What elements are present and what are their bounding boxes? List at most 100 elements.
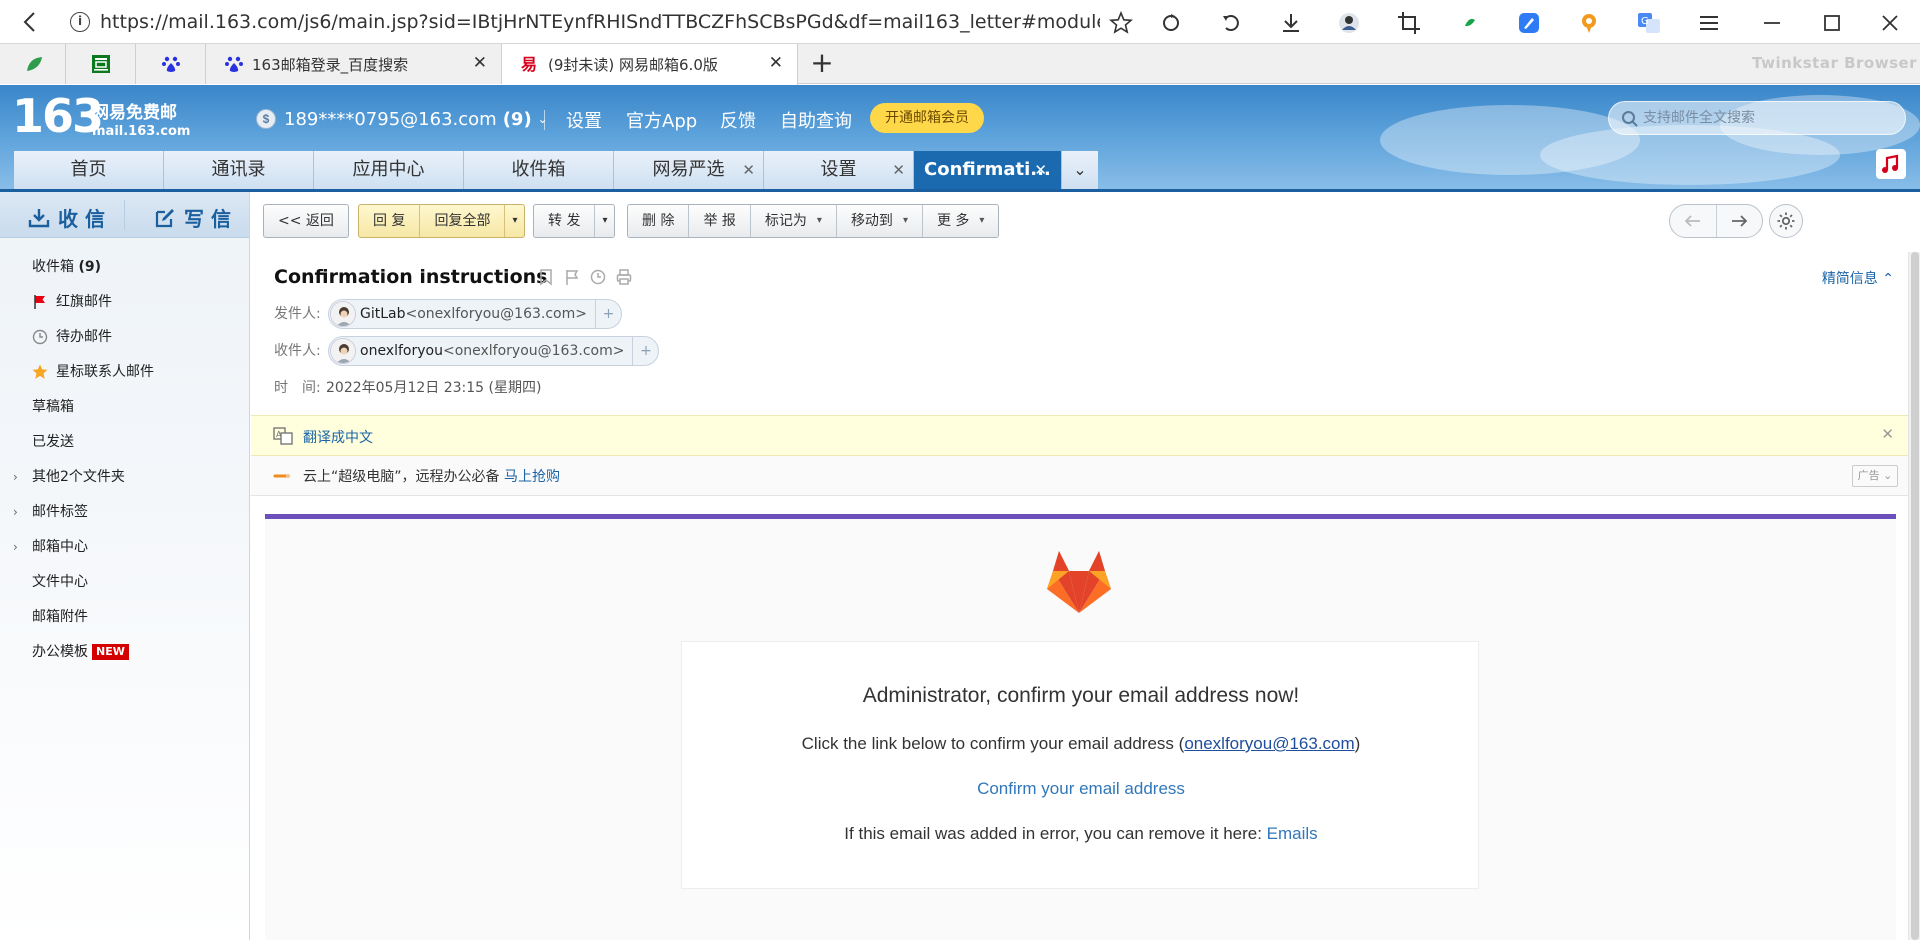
logo-text: 网易免费邮 mail.163.com — [92, 98, 190, 139]
chevron-right-icon[interactable]: › — [13, 460, 18, 494]
tab-yanxuan[interactable]: 网易严选 ✕ — [614, 151, 764, 189]
reply-dropdown-button[interactable]: ▾ — [505, 205, 524, 237]
browser-tab-pinned-3[interactable] — [136, 44, 206, 84]
tab-close-icon[interactable]: ✕ — [769, 53, 783, 73]
close-icon[interactable]: ✕ — [1881, 425, 1894, 443]
vip-button[interactable]: 开通邮箱会员 — [870, 103, 984, 133]
self-service-link[interactable]: 自助查询 — [780, 107, 852, 133]
next-mail-button[interactable] — [1717, 205, 1763, 237]
scrollbar-thumb[interactable] — [1911, 252, 1919, 940]
tab-confirmation-email[interactable]: Confirmati... ✕ — [914, 151, 1062, 189]
move-to-button[interactable]: 移动到 ▾ — [837, 205, 923, 237]
clock-icon[interactable] — [590, 268, 606, 286]
tab-label: (9封未读) 网易邮箱6.0版 — [548, 56, 718, 74]
email-address-link[interactable]: onexlforyou@163.com — [1184, 734, 1354, 753]
site-info-icon[interactable]: i — [70, 12, 90, 32]
delete-button[interactable]: 删 除 — [628, 205, 690, 237]
sidebar-item-starred[interactable]: 星标联系人邮件 — [0, 355, 250, 389]
crop-icon[interactable] — [1396, 10, 1422, 36]
sender-pill[interactable]: GitLab <onexlforyou@163.com> + — [328, 299, 622, 329]
browser-back-button[interactable] — [16, 10, 44, 34]
sidebar-item-mail-tags[interactable]: › 邮件标签 — [0, 495, 250, 529]
logo-163[interactable]: 163 — [12, 89, 104, 143]
orange-pin-extension-icon[interactable] — [1576, 10, 1602, 36]
tab-contacts[interactable]: 通讯录 — [164, 151, 314, 189]
ad-tag[interactable]: 广告 ⌄ — [1852, 465, 1898, 487]
reply-all-button[interactable]: 回复全部 — [420, 205, 506, 237]
report-button[interactable]: 举 报 — [689, 205, 751, 237]
browser-tab-pinned-2[interactable] — [66, 44, 136, 84]
tab-settings[interactable]: 设置 ✕ — [764, 151, 914, 189]
read-settings-button[interactable] — [1769, 204, 1803, 238]
bookmark-star-icon[interactable] — [1108, 10, 1134, 36]
recipient-pill[interactable]: onexlforyou <onexlforyou@163.com> + — [328, 336, 660, 366]
bookmark-icon[interactable] — [538, 268, 554, 286]
tab-inbox[interactable]: 收件箱 — [464, 151, 614, 189]
add-contact-icon[interactable]: + — [632, 337, 658, 365]
maximize-icon[interactable] — [1818, 10, 1846, 36]
tab-app-center[interactable]: 应用中心 — [314, 151, 464, 189]
sidebar-item-sent[interactable]: 已发送 — [0, 425, 250, 459]
tab-home[interactable]: 首页 — [14, 151, 164, 189]
mark-as-button[interactable]: 标记为 ▾ — [751, 205, 837, 237]
compose-button[interactable]: 写 信 — [154, 203, 231, 232]
settings-link[interactable]: 设置 — [566, 107, 602, 133]
svg-text:A: A — [276, 430, 282, 439]
receive-button[interactable]: 收 信 — [28, 203, 105, 232]
more-button[interactable]: 更 多 ▾ — [923, 205, 998, 237]
account-menu[interactable]: $ 189****0795@163.com (9) ⌄ — [256, 107, 548, 131]
download-icon[interactable] — [1278, 10, 1304, 36]
undo-icon[interactable] — [1218, 10, 1244, 36]
reply-button[interactable]: 回 复 — [359, 205, 421, 237]
tab-close-icon[interactable]: ✕ — [1034, 151, 1047, 189]
browser-tab-163-mail[interactable]: 易 (9封未读) 网易邮箱6.0版 ✕ — [502, 44, 798, 85]
tab-close-icon[interactable]: ✕ — [742, 151, 755, 189]
blue-pen-extension-icon[interactable] — [1516, 10, 1542, 36]
forward-button[interactable]: 转 发 — [534, 205, 596, 237]
mail-search[interactable] — [1608, 101, 1906, 135]
search-input[interactable] — [1643, 104, 1893, 132]
sidebar-item-attachments[interactable]: 邮箱附件 — [0, 600, 250, 634]
sidebar-item-inbox[interactable]: 收件箱 (9) — [0, 250, 250, 284]
user-avatar-icon[interactable] — [1336, 10, 1362, 36]
tabs-overflow-button[interactable]: ⌄ — [1062, 151, 1098, 189]
sidebar-item-templates[interactable]: 办公模板 NEW — [0, 635, 250, 669]
refresh-icon[interactable] — [1158, 10, 1184, 36]
chevron-right-icon[interactable]: › — [13, 495, 18, 529]
ad-text: 云上“超级电脑”，远程办公必备 马上抢购 — [303, 466, 560, 486]
print-icon[interactable] — [616, 268, 632, 286]
translate-extension-icon[interactable]: G — [1636, 10, 1662, 36]
sidebar-item-mail-center[interactable]: › 邮箱中心 — [0, 530, 250, 564]
close-window-icon[interactable] — [1876, 10, 1904, 36]
sidebar-item-drafts[interactable]: 草稿箱 — [0, 390, 250, 424]
minimize-icon[interactable] — [1758, 10, 1786, 36]
emails-link[interactable]: Emails — [1267, 824, 1318, 843]
address-url[interactable]: https://mail.163.com/js6/main.jsp?sid=IB… — [100, 8, 1100, 36]
flag-icon[interactable] — [564, 268, 580, 286]
chevron-right-icon[interactable]: › — [13, 530, 18, 564]
translate-link[interactable]: 翻译成中文 — [303, 427, 373, 447]
netease-mail-icon: 易 — [520, 54, 540, 74]
menu-icon[interactable] — [1696, 10, 1722, 36]
music-icon[interactable] — [1876, 149, 1906, 179]
browser-tab-baidu-search[interactable]: 163邮箱登录_百度搜索 ✕ — [206, 44, 502, 84]
new-tab-button[interactable]: + — [808, 49, 836, 78]
forward-dropdown-button[interactable]: ▾ — [595, 205, 614, 237]
browser-tab-pinned-1[interactable] — [0, 44, 66, 84]
official-app-link[interactable]: 官方App — [626, 107, 697, 133]
sidebar-item-file-center[interactable]: 文件中心 — [0, 565, 250, 599]
prev-mail-button[interactable] — [1670, 205, 1717, 237]
tab-close-icon[interactable]: ✕ — [473, 53, 487, 73]
sidebar-item-todo[interactable]: 待办邮件 — [0, 320, 250, 354]
read-pane-scrollbar[interactable] — [1908, 252, 1920, 940]
feedback-link[interactable]: 反馈 — [720, 107, 756, 133]
brief-info-link[interactable]: 精简信息 ⌃ — [1822, 268, 1894, 288]
add-contact-icon[interactable]: + — [595, 300, 621, 328]
green-extension-icon[interactable] — [1456, 10, 1482, 36]
confirm-email-link[interactable]: Confirm your email address — [977, 779, 1185, 798]
sidebar-item-other-folders[interactable]: › 其他2个文件夹 — [0, 460, 250, 494]
ad-link[interactable]: 马上抢购 — [504, 469, 560, 485]
tab-close-icon[interactable]: ✕ — [892, 151, 905, 189]
back-button[interactable]: << 返回 — [264, 205, 348, 237]
sidebar-item-flagged[interactable]: 红旗邮件 — [0, 285, 250, 319]
